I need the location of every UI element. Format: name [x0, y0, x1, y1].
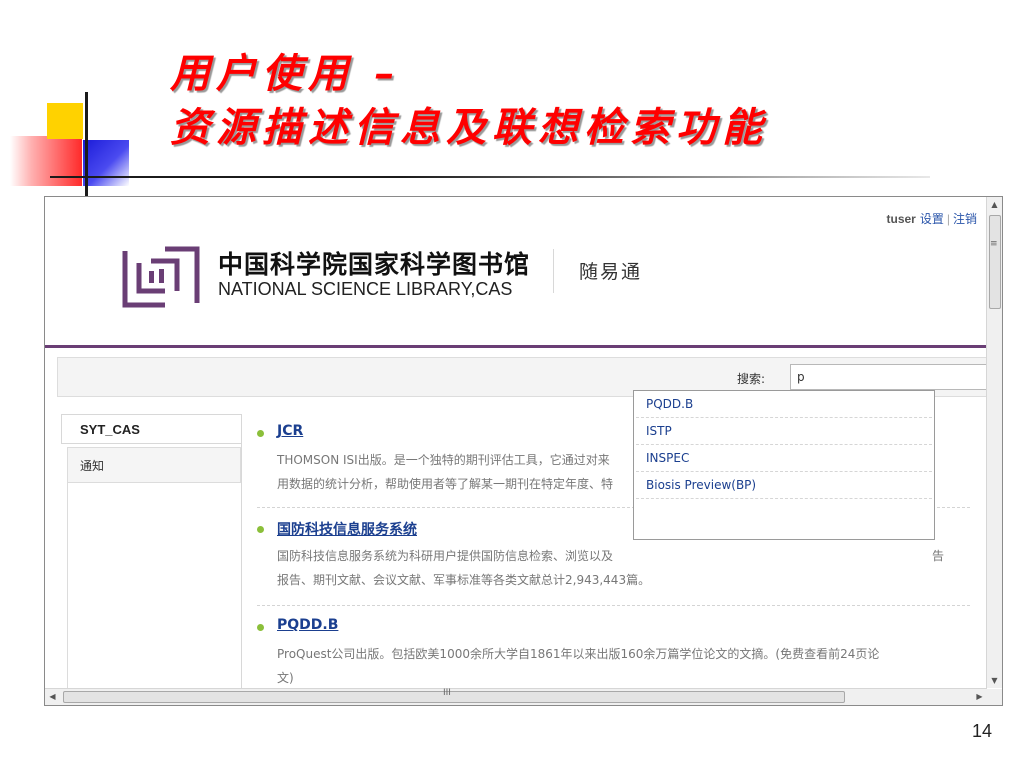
result-desc-tail: 告: [932, 549, 945, 563]
suggestion-item[interactable]: Biosis Preview(BP): [636, 472, 932, 499]
vertical-scrollbar[interactable]: ▲ ≡ ▼: [986, 197, 1002, 688]
sidebar-tab-syt-cas[interactable]: SYT_CAS: [61, 414, 241, 444]
username: tuser: [886, 212, 916, 226]
logout-link[interactable]: 注销: [953, 212, 977, 226]
brand-name: 随易通: [579, 261, 643, 283]
scroll-right-icon[interactable]: ▶: [972, 689, 987, 705]
sidebar-border: [67, 483, 68, 688]
bullet-icon: [257, 624, 264, 631]
logo-chinese-name: 中国科学院国家科学图书馆: [218, 250, 531, 279]
horizontal-scroll-thumb[interactable]: [63, 691, 845, 703]
vertical-scroll-thumb[interactable]: [989, 215, 1001, 309]
result-title-link[interactable]: JCR: [277, 423, 303, 439]
horizontal-scrollbar[interactable]: ◀ III ▶: [45, 688, 987, 705]
scroll-down-icon[interactable]: ▼: [987, 673, 1002, 688]
decor-red-square: [10, 136, 82, 186]
result-divider: [257, 605, 970, 607]
suggestion-item[interactable]: ISTP: [636, 418, 932, 445]
decor-horizontal-line: [50, 176, 930, 178]
result-desc-line: 文): [277, 671, 294, 685]
slide-title-line2: 资源描述信息及联想检索功能: [170, 104, 768, 151]
decor-blue-square: [83, 140, 129, 186]
header-accent-bar: [45, 345, 987, 348]
slide-title-line1: 用户使用 –: [170, 50, 400, 97]
horizontal-grip-icon: III: [443, 688, 451, 698]
search-input[interactable]: [790, 364, 987, 390]
decor-yellow-square: [47, 103, 83, 139]
bullet-icon: [257, 526, 264, 533]
logo-english-name: NATIONAL SCIENCE LIBRARY,CAS: [218, 279, 513, 299]
search-suggestion-dropdown: PQDD.B ISTP INSPEC Biosis Preview(BP): [633, 390, 935, 540]
result-description: 国防科技信息服务系统为科研用户提供国防信息检索、浏览以及 告 报告、期刊文献、会议…: [277, 544, 957, 592]
result-description: ProQuest公司出版。包括欧美1000余所大学自1861年以来出版160余万…: [277, 642, 957, 688]
result-title-link[interactable]: PQDD.B: [277, 617, 338, 633]
result-desc-line: ProQuest公司出版。包括欧美1000余所大学自1861年以来出版160余万…: [277, 647, 880, 661]
scroll-left-icon[interactable]: ◀: [45, 689, 60, 705]
search-label: 搜索:: [737, 372, 766, 386]
result-title-link[interactable]: 国防科技信息服务系统: [277, 519, 417, 539]
result-desc-line: 报告、期刊文献、会议文献、军事标准等各类文献总计2,943,443篇。: [277, 573, 651, 587]
user-bar: tuser 设置 | 注销: [887, 210, 978, 227]
scroll-corner: [987, 689, 1002, 705]
content-left-border: [241, 414, 242, 688]
bullet-icon: [257, 430, 264, 437]
vertical-grip-icon: ≡: [990, 239, 998, 249]
sidebar-item-notice[interactable]: 通知: [67, 447, 241, 483]
page-viewport: tuser 设置 | 注销 中国科学院国家科学图书馆 NATIONAL SCIENCE…: [45, 197, 987, 688]
suggestion-item[interactable]: INSPEC: [636, 445, 932, 472]
logo-divider: [553, 249, 554, 293]
separator: |: [946, 212, 950, 226]
result-desc-text: 国防科技信息服务系统为科研用户提供国防信息检索、浏览以及: [277, 549, 614, 563]
browser-window: tuser 设置 | 注销 中国科学院国家科学图书馆 NATIONAL SCIENCE…: [44, 196, 1003, 706]
decor-vertical-line: [85, 92, 88, 200]
result-desc-line: 国防科技信息服务系统为科研用户提供国防信息检索、浏览以及 告: [277, 544, 957, 568]
settings-link[interactable]: 设置: [920, 212, 944, 226]
library-logo-icon: [122, 246, 200, 308]
suggestion-item[interactable]: PQDD.B: [636, 391, 932, 418]
scroll-up-icon[interactable]: ▲: [987, 197, 1002, 212]
page-number: 14: [971, 721, 992, 741]
